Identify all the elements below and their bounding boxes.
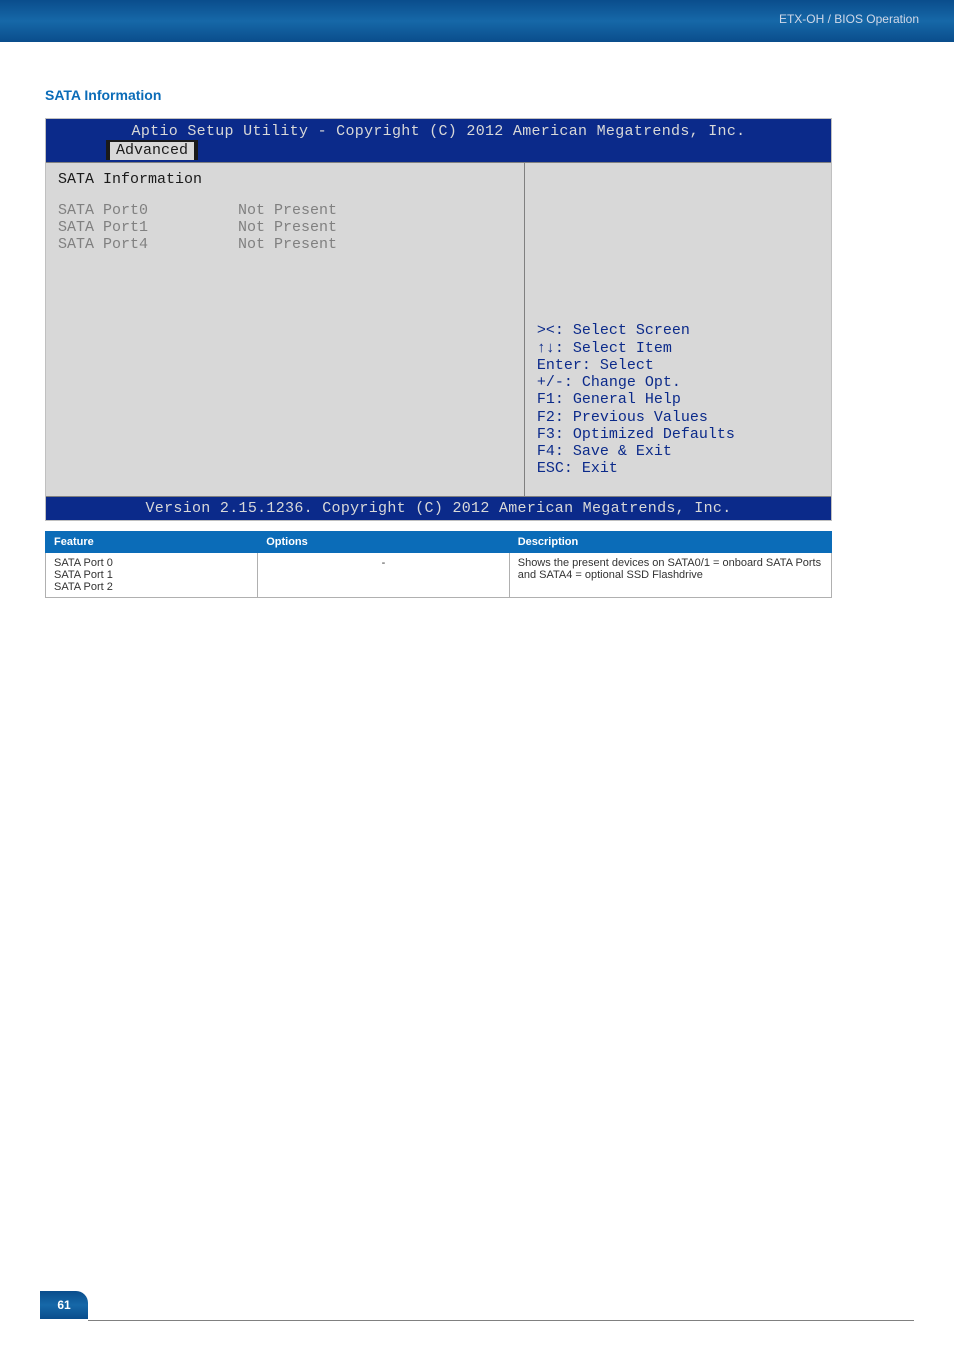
table-header-row: Feature Options Description [46, 531, 832, 552]
bios-left-panel: SATA Information SATA Port0 Not Present … [46, 163, 525, 496]
bios-port-value: Not Present [238, 219, 337, 236]
bios-port-value: Not Present [238, 202, 337, 219]
bios-port-row: SATA Port0 Not Present [58, 202, 512, 219]
breadcrumb: ETX-OH / BIOS Operation [779, 12, 919, 26]
bios-body: SATA Information SATA Port0 Not Present … [46, 162, 831, 497]
bios-tab-row: Advanced [46, 140, 831, 161]
page-footer-rule [88, 1320, 914, 1321]
bios-screenshot: Aptio Setup Utility - Copyright (C) 2012… [45, 118, 832, 521]
bios-right-panel: ><: Select Screen ↑↓: Select Item Enter:… [525, 163, 831, 496]
table-cell-feature: SATA Port 0 SATA Port 1 SATA Port 2 [46, 552, 258, 597]
bios-panel-heading: SATA Information [58, 171, 512, 188]
table-row: SATA Port 0 SATA Port 1 SATA Port 2 - Sh… [46, 552, 832, 597]
bios-port-row: SATA Port4 Not Present [58, 236, 512, 253]
bios-tab-advanced: Advanced [106, 140, 198, 159]
table-header-feature: Feature [46, 531, 258, 552]
section-title: SATA Information [45, 87, 914, 103]
page-content: SATA Information Aptio Setup Utility - C… [0, 42, 954, 598]
bios-port-row: SATA Port1 Not Present [58, 219, 512, 236]
bios-port-value: Not Present [238, 236, 337, 253]
bios-port-label: SATA Port1 [58, 219, 238, 236]
page-header-bar: ETX-OH / BIOS Operation [0, 0, 954, 42]
page-number-badge: 61 [40, 1291, 88, 1319]
bios-title-line: Aptio Setup Utility - Copyright (C) 2012… [46, 119, 831, 140]
table-cell-options: - [258, 552, 510, 597]
bios-help-text: ><: Select Screen ↑↓: Select Item Enter:… [537, 322, 819, 477]
feature-table: Feature Options Description SATA Port 0 … [45, 531, 832, 598]
table-header-options: Options [258, 531, 510, 552]
bios-port-label: SATA Port4 [58, 236, 238, 253]
table-cell-description: Shows the present devices on SATA0/1 = o… [509, 552, 831, 597]
bios-footer-line: Version 2.15.1236. Copyright (C) 2012 Am… [46, 497, 831, 520]
table-header-description: Description [509, 531, 831, 552]
bios-port-label: SATA Port0 [58, 202, 238, 219]
